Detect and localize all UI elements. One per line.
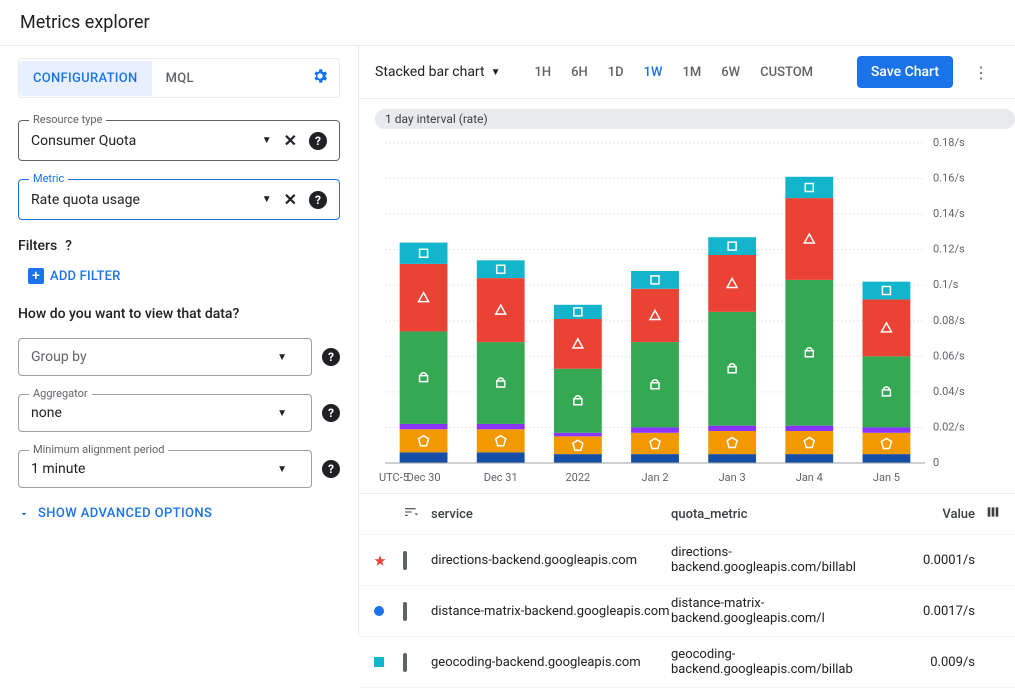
- cell-quota: directions-backend.googleapis.com/billab…: [671, 545, 911, 575]
- svg-text:Dec 30: Dec 30: [407, 471, 441, 484]
- svg-text:0.04/s: 0.04/s: [933, 385, 965, 398]
- help-icon[interactable]: ?: [309, 132, 327, 150]
- svg-text:Jan 5: Jan 5: [873, 471, 900, 484]
- overflow-icon[interactable]: ⋮: [963, 57, 999, 88]
- series-swatch: [373, 605, 385, 617]
- help-icon[interactable]: ?: [309, 191, 327, 209]
- svg-text:0.1/s: 0.1/s: [933, 278, 959, 291]
- cell-quota: distance-matrix-backend.googleapis.com/l: [671, 596, 911, 626]
- svg-text:0.16/s: 0.16/s: [933, 172, 965, 185]
- svg-text:0.06/s: 0.06/s: [933, 349, 965, 362]
- table-row[interactable]: distance-matrix-backend.googleapis.comdi…: [359, 586, 1015, 637]
- svg-text:0.18/s: 0.18/s: [933, 136, 965, 149]
- add-filter-button[interactable]: + ADD FILTER: [28, 268, 340, 284]
- chevron-down-icon[interactable]: ▼: [277, 408, 287, 419]
- save-chart-button[interactable]: Save Chart: [857, 56, 953, 88]
- show-advanced-button[interactable]: SHOW ADVANCED OPTIONS: [18, 506, 340, 521]
- cell-value: 0.0017/s: [911, 604, 981, 619]
- view-question: How do you want to view that data?: [18, 306, 340, 322]
- help-icon[interactable]: ?: [65, 238, 72, 254]
- svg-text:0.08/s: 0.08/s: [933, 314, 965, 327]
- chart-panel: Stacked bar chart ▼ 1H6H1D1W1M6WCUSTOM S…: [359, 46, 1015, 634]
- cell-quota: geocoding-backend.googleapis.com/billab: [671, 647, 911, 677]
- min-align-value: 1 minute: [31, 461, 277, 477]
- cell-service: directions-backend.googleapis.com: [431, 553, 671, 568]
- svg-text:UTC-5: UTC-5: [379, 471, 409, 484]
- clear-resource-icon[interactable]: ✕: [284, 131, 297, 150]
- resource-type-field[interactable]: Resource type Consumer Quota ▼ ✕ ?: [18, 120, 340, 161]
- range-1w[interactable]: 1W: [634, 59, 673, 86]
- col-value[interactable]: Value: [911, 507, 981, 522]
- min-align-label: Minimum alignment period: [29, 443, 168, 456]
- range-1m[interactable]: 1M: [673, 59, 712, 86]
- aggregator-label: Aggregator: [29, 387, 92, 400]
- col-service[interactable]: service: [431, 507, 671, 522]
- tab-configuration[interactable]: CONFIGURATION: [19, 61, 152, 96]
- table-row[interactable]: directions-backend.googleapis.comdirecti…: [359, 535, 1015, 586]
- svg-text:0.12/s: 0.12/s: [933, 243, 965, 256]
- row-checkbox[interactable]: [403, 653, 407, 672]
- chevron-down-icon[interactable]: ▼: [262, 135, 272, 146]
- svg-text:0.02/s: 0.02/s: [933, 420, 965, 433]
- group-by-field[interactable]: Group by ▼: [18, 338, 312, 376]
- chart-type-selector[interactable]: Stacked bar chart ▼: [375, 64, 501, 80]
- range-1h[interactable]: 1H: [525, 59, 562, 86]
- help-icon[interactable]: ?: [322, 460, 340, 478]
- legend-table: service quota_metric Value directions-ba…: [359, 493, 1015, 688]
- page-title: Metrics explorer: [0, 0, 1015, 46]
- svg-text:2022: 2022: [565, 471, 590, 484]
- svg-text:Jan 4: Jan 4: [796, 471, 823, 484]
- resource-type-value: Consumer Quota: [31, 133, 262, 149]
- series-swatch: [373, 554, 385, 566]
- plus-icon: +: [28, 268, 44, 284]
- cell-service: geocoding-backend.googleapis.com: [431, 655, 671, 670]
- range-6h[interactable]: 6H: [561, 59, 598, 86]
- range-1d[interactable]: 1D: [598, 59, 634, 86]
- min-align-field[interactable]: Minimum alignment period 1 minute ▼: [18, 450, 312, 488]
- help-icon[interactable]: ?: [322, 404, 340, 422]
- table-header: service quota_metric Value: [359, 494, 1015, 535]
- chevron-down-icon[interactable]: ▼: [277, 352, 287, 363]
- svg-text:Dec 31: Dec 31: [484, 471, 518, 484]
- gear-icon[interactable]: [301, 59, 339, 97]
- chevron-down-icon[interactable]: ▼: [262, 194, 272, 205]
- chart-toolbar: Stacked bar chart ▼ 1H6H1D1W1M6WCUSTOM S…: [359, 46, 1015, 99]
- metric-value: Rate quota usage: [31, 192, 262, 208]
- interval-chip: 1 day interval (rate): [375, 109, 1015, 129]
- series-swatch: [373, 656, 385, 668]
- table-row[interactable]: geocoding-backend.googleapis.comgeocodin…: [359, 637, 1015, 688]
- cell-value: 0.0001/s: [911, 553, 981, 568]
- svg-text:Jan 3: Jan 3: [719, 471, 746, 484]
- svg-text:0.14/s: 0.14/s: [933, 207, 965, 220]
- col-quota[interactable]: quota_metric: [671, 507, 911, 522]
- metric-field[interactable]: Metric Rate quota usage ▼ ✕ ?: [18, 179, 340, 220]
- range-custom[interactable]: CUSTOM: [750, 59, 823, 86]
- group-by-placeholder: Group by: [31, 349, 277, 365]
- resource-type-label: Resource type: [29, 113, 106, 126]
- clear-metric-icon[interactable]: ✕: [284, 190, 297, 209]
- metric-label: Metric: [29, 172, 68, 185]
- stacked-bar-chart: 0 0.02/s 0.04/s 0.06/s 0.08/s 0.1/s 0.12/s 0.14…: [375, 133, 975, 493]
- chevron-down-icon[interactable]: ▼: [277, 464, 287, 475]
- time-range-group: 1H6H1D1W1M6WCUSTOM: [525, 59, 824, 86]
- cell-service: distance-matrix-backend.googleapis.com: [431, 604, 671, 619]
- filters-label: Filters ?: [18, 238, 340, 254]
- aggregator-value: none: [31, 405, 277, 421]
- row-checkbox[interactable]: [403, 551, 407, 570]
- chevron-down-icon: ▼: [491, 67, 501, 78]
- row-checkbox[interactable]: [403, 602, 407, 621]
- svg-text:Jan 2: Jan 2: [641, 471, 668, 484]
- sort-icon[interactable]: [403, 504, 431, 524]
- tab-mql[interactable]: MQL: [152, 61, 208, 96]
- help-icon[interactable]: ?: [322, 348, 340, 366]
- aggregator-field[interactable]: Aggregator none ▼: [18, 394, 312, 432]
- svg-text:0: 0: [933, 456, 939, 469]
- columns-icon[interactable]: [985, 504, 1001, 524]
- cell-value: 0.009/s: [911, 655, 981, 670]
- sidebar-tabbar: CONFIGURATION MQL: [18, 58, 340, 98]
- range-6w[interactable]: 6W: [711, 59, 750, 86]
- config-sidebar: CONFIGURATION MQL Resource type Consumer…: [0, 46, 359, 634]
